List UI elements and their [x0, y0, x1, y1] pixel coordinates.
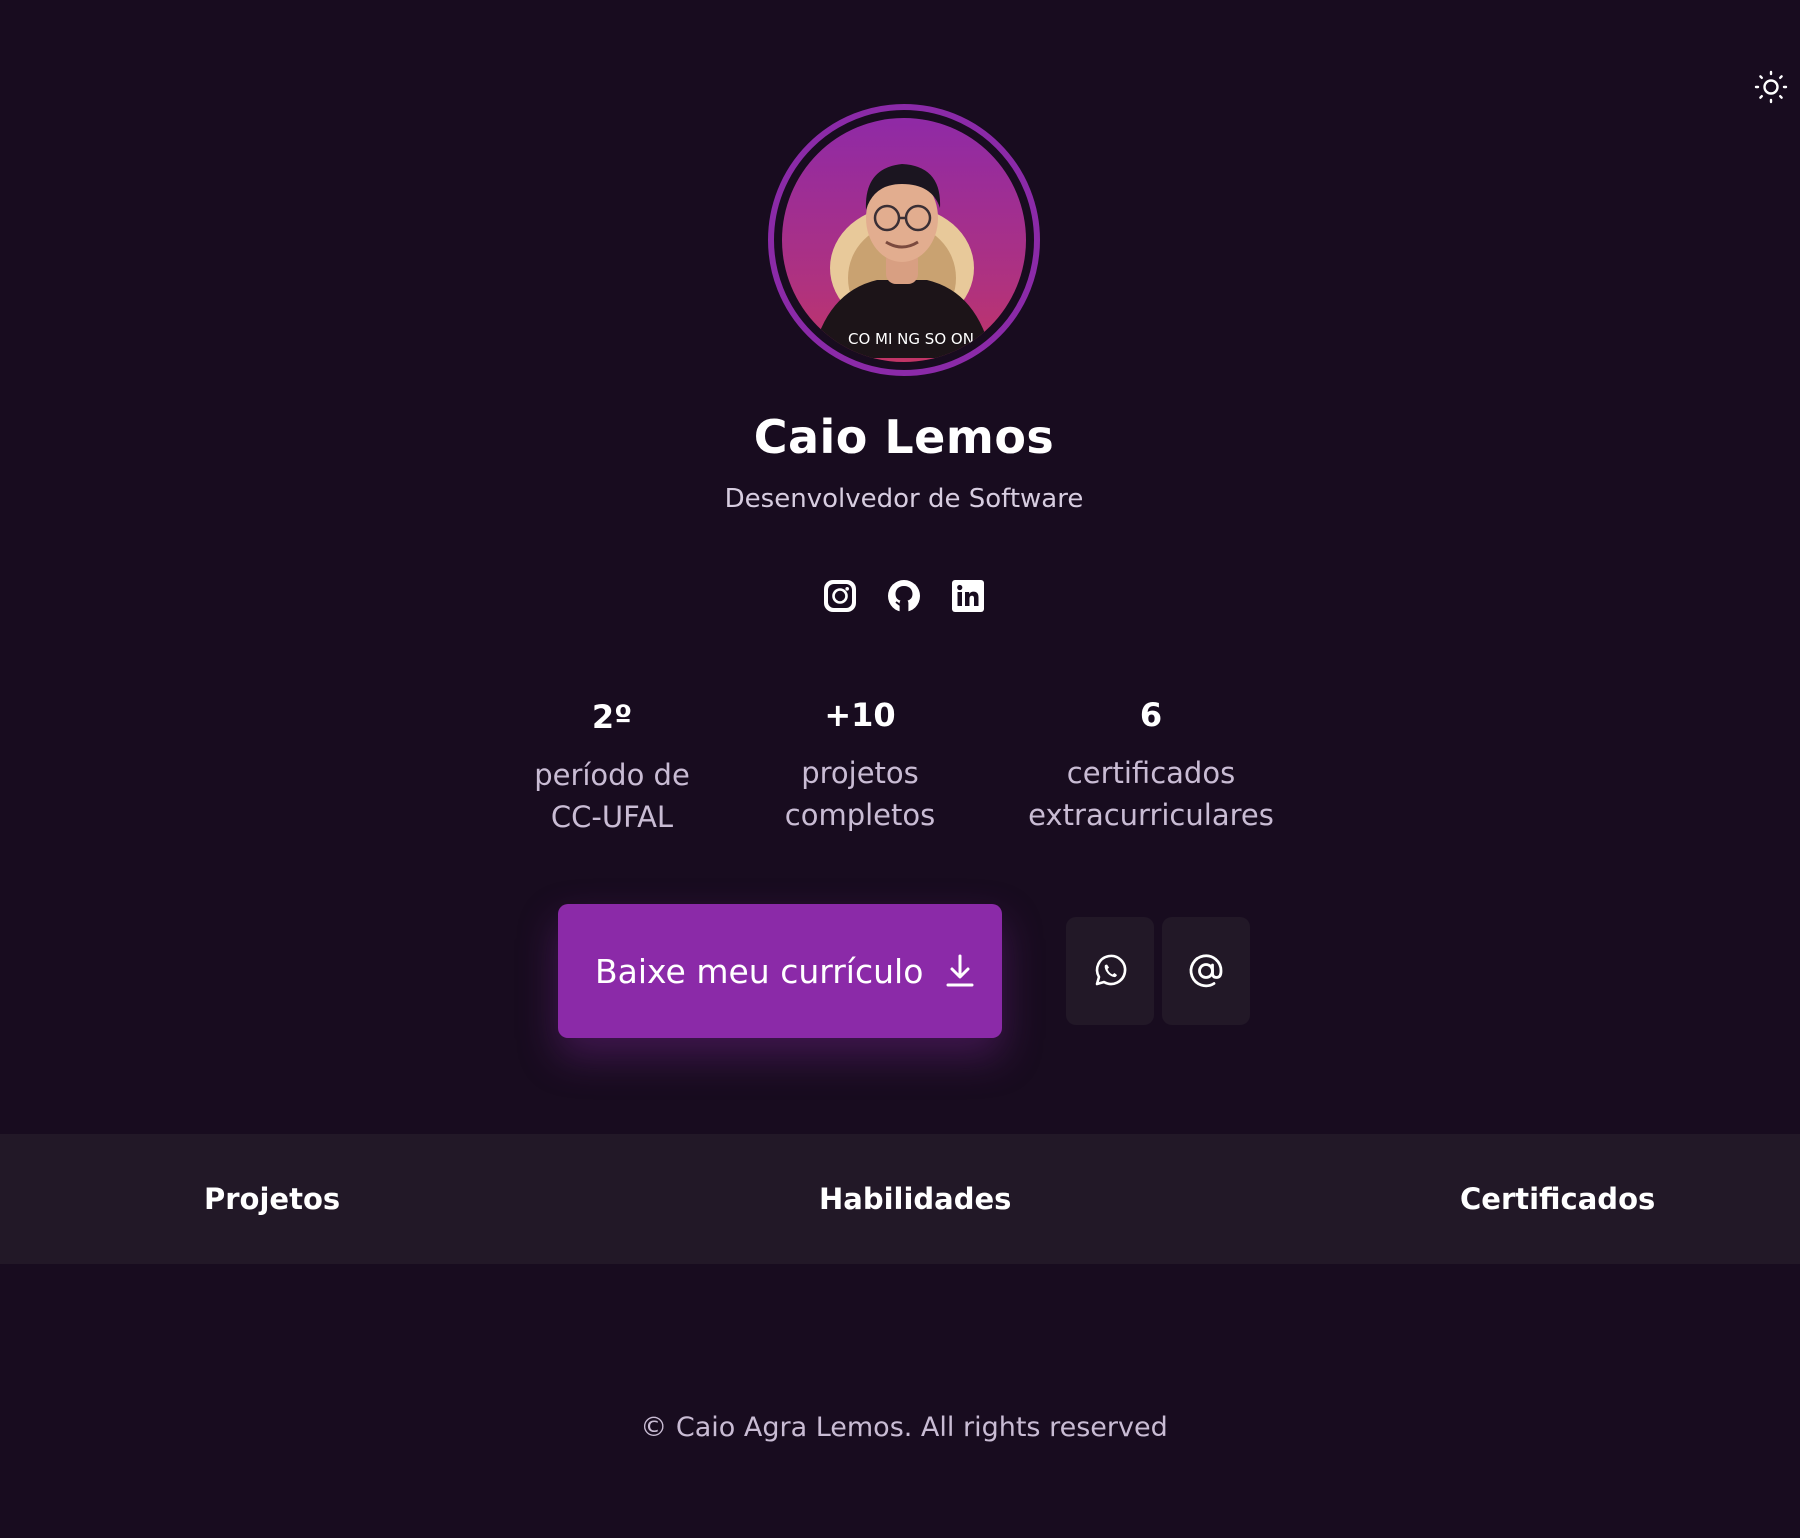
instagram-icon [824, 580, 856, 612]
stat-label-line: projetos [801, 756, 919, 790]
nav-item-certificados[interactable]: Certificados [1460, 1134, 1655, 1264]
download-resume-button[interactable]: Baixe meu currículo [558, 904, 1002, 1038]
whatsapp-button[interactable] [1066, 917, 1154, 1025]
avatar-photo: CO MI NG SO ON [782, 118, 1026, 362]
whatsapp-icon [1095, 954, 1127, 986]
shirt-text: CO MI NG SO ON [848, 330, 974, 348]
github-icon [888, 580, 920, 612]
stat-projects: +10 projetos completos [750, 696, 970, 836]
linkedin-link[interactable] [950, 578, 986, 614]
download-icon [945, 954, 975, 988]
sun-icon [1754, 70, 1788, 104]
nav-item-habilidades[interactable]: Habilidades [819, 1134, 1011, 1264]
stat-label: período de CC-UFAL [502, 754, 722, 838]
social-links [0, 578, 1800, 614]
stat-label-line: CC-UFAL [550, 800, 674, 834]
theme-toggle-button[interactable] [1752, 68, 1790, 106]
nav-item-projetos[interactable]: Projetos [204, 1134, 340, 1264]
stat-period: 2º período de CC-UFAL [502, 698, 722, 838]
section-nav: Projetos Habilidades Certificados [0, 1134, 1800, 1264]
portrait-illustration: CO MI NG SO ON [811, 164, 993, 362]
github-link[interactable] [886, 578, 922, 614]
profile-name: Caio Lemos [753, 410, 1055, 464]
stat-label-line: completos [784, 798, 936, 832]
footer-copyright: © Caio Agra Lemos. All rights reserved [640, 1412, 1168, 1443]
stat-value: 6 [1139, 696, 1163, 734]
stat-value: 2º [591, 698, 633, 736]
avatar: CO MI NG SO ON [768, 104, 1040, 376]
linkedin-icon [952, 580, 984, 612]
stat-certificates: 6 certificados extracurriculares [1011, 696, 1291, 836]
stat-label: certificados extracurriculares [1011, 752, 1291, 836]
stat-label-line: período de [534, 758, 690, 792]
stat-value: +10 [824, 696, 896, 734]
stat-label-line: extracurriculares [1028, 798, 1274, 832]
download-resume-label: Baixe meu currículo [595, 951, 924, 991]
instagram-link[interactable] [822, 578, 858, 614]
stat-label-line: certificados [1066, 756, 1236, 790]
email-button[interactable] [1162, 917, 1250, 1025]
at-sign-icon [1189, 954, 1223, 988]
stat-label: projetos completos [750, 752, 970, 836]
profile-role: Desenvolvedor de Software [724, 484, 1084, 514]
